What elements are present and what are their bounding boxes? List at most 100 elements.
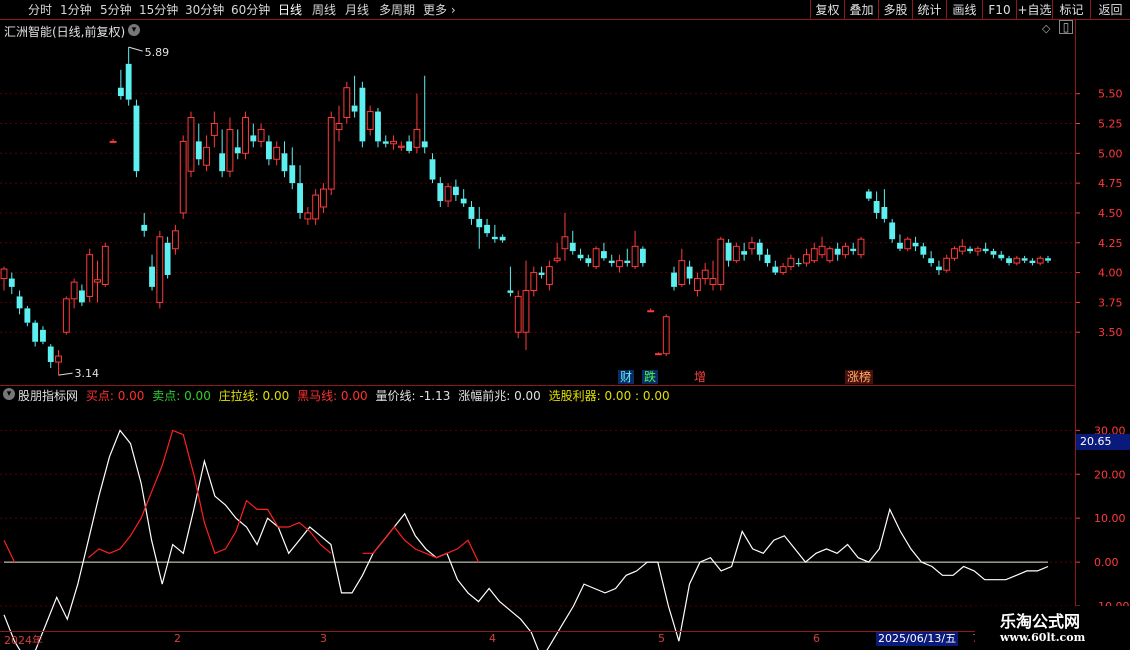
candle-body bbox=[149, 266, 155, 287]
candle-body bbox=[857, 238, 865, 256]
candle-body bbox=[772, 266, 779, 273]
candle-body bbox=[86, 254, 94, 297]
candle bbox=[257, 123, 265, 148]
candle-body bbox=[203, 146, 210, 166]
candle bbox=[920, 242, 927, 259]
candle bbox=[406, 135, 413, 154]
candle-body bbox=[1036, 257, 1044, 264]
candle-body bbox=[171, 230, 179, 250]
price-tick-label: 4.75 bbox=[1098, 177, 1123, 190]
candle bbox=[187, 111, 195, 178]
candle bbox=[561, 212, 569, 261]
candle bbox=[967, 246, 974, 254]
candle-body bbox=[639, 248, 646, 264]
candle bbox=[484, 218, 490, 237]
candle-body bbox=[655, 353, 662, 356]
candle-body bbox=[47, 346, 54, 363]
candle-body bbox=[889, 222, 896, 240]
current-value-badge: 20.65 bbox=[1076, 434, 1130, 450]
candle-body bbox=[491, 236, 498, 240]
candle bbox=[304, 206, 312, 225]
candle bbox=[741, 242, 748, 261]
candle bbox=[16, 290, 23, 315]
candle-body bbox=[928, 258, 935, 264]
candle-body bbox=[600, 251, 607, 259]
volume-price-line bbox=[3, 429, 1049, 650]
candle bbox=[1006, 255, 1012, 266]
candle bbox=[195, 123, 202, 166]
candle-body bbox=[585, 258, 592, 264]
price-tick-label: 4.50 bbox=[1098, 207, 1123, 220]
candle-body bbox=[850, 248, 857, 252]
indicator-sell-point: 卖点: 0.00 bbox=[152, 389, 211, 403]
candle-body bbox=[117, 87, 124, 97]
candle bbox=[86, 248, 94, 303]
candle-body bbox=[24, 308, 31, 323]
indicator-dealer-line: 庄拉线: 0.00 bbox=[218, 389, 290, 403]
candle-body bbox=[795, 263, 802, 265]
candle-body bbox=[787, 257, 795, 268]
candle-body bbox=[265, 141, 272, 160]
candle bbox=[958, 239, 966, 255]
candle-body bbox=[413, 128, 421, 148]
candle-body bbox=[514, 295, 522, 333]
candle bbox=[850, 242, 857, 255]
candle-body bbox=[179, 140, 187, 214]
candle-body bbox=[55, 355, 62, 363]
candle bbox=[631, 230, 639, 270]
candle-body bbox=[826, 248, 834, 262]
candle bbox=[437, 177, 444, 207]
candle-body bbox=[468, 206, 475, 219]
indicator-rise-omen: 涨幅前兆: 0.00 bbox=[458, 389, 541, 403]
candle bbox=[600, 242, 607, 261]
event-badge-label: 涨榜 bbox=[847, 369, 871, 384]
event-badge: 跌 bbox=[642, 369, 658, 384]
candle-body bbox=[444, 186, 452, 202]
candle bbox=[671, 266, 677, 291]
chevron-down-icon[interactable]: ▾ bbox=[3, 388, 15, 400]
candle bbox=[164, 236, 171, 279]
candle bbox=[732, 242, 740, 264]
date-label-feb: 2 bbox=[174, 632, 181, 645]
candle-body bbox=[234, 147, 241, 154]
candle bbox=[803, 248, 810, 267]
candle-body bbox=[421, 141, 428, 148]
candle-body bbox=[429, 159, 436, 180]
candle-body bbox=[78, 290, 85, 303]
candle bbox=[943, 254, 951, 273]
candle bbox=[522, 260, 530, 351]
candle-body bbox=[936, 266, 942, 271]
candle-body bbox=[616, 260, 623, 268]
date-label-mar: 3 bbox=[320, 632, 327, 645]
candle-body bbox=[865, 191, 872, 199]
candle bbox=[94, 260, 101, 303]
candle-body bbox=[810, 248, 818, 262]
high-pointer bbox=[128, 46, 143, 52]
candle-body bbox=[250, 135, 257, 142]
candle bbox=[912, 236, 919, 252]
candle-body bbox=[94, 279, 101, 283]
indicator-legend: 股朋指标网 买点: 0.00 卖点: 0.00 庄拉线: 0.00 黑马线: 0… bbox=[18, 387, 674, 404]
candle-body bbox=[1021, 258, 1028, 261]
candle-body bbox=[156, 236, 164, 303]
low-pointer bbox=[58, 372, 73, 376]
candle bbox=[1045, 255, 1051, 264]
candle bbox=[928, 251, 935, 267]
axis-border bbox=[1075, 20, 1076, 632]
candle-body bbox=[164, 242, 171, 275]
candle bbox=[375, 107, 381, 148]
candle-body bbox=[62, 298, 70, 333]
candle-body bbox=[530, 272, 538, 291]
candle bbox=[639, 246, 646, 267]
candle bbox=[281, 141, 288, 178]
candle bbox=[234, 129, 241, 160]
grid-lines bbox=[0, 93, 1075, 607]
candle bbox=[904, 236, 912, 252]
candle-body bbox=[187, 117, 195, 172]
candle-body bbox=[624, 260, 631, 264]
candle bbox=[141, 212, 148, 237]
candle-body bbox=[725, 242, 732, 261]
indicator-series bbox=[3, 429, 1049, 650]
candle-body bbox=[484, 224, 490, 234]
indicator-tick-label: 10.00 bbox=[1094, 512, 1126, 525]
